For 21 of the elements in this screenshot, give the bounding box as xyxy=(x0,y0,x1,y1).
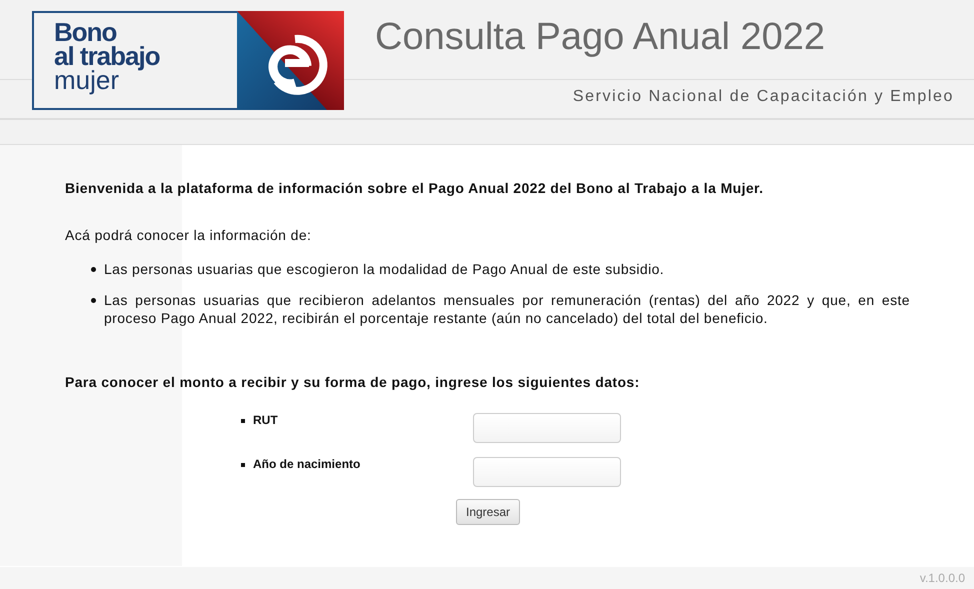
logo-text: mujer xyxy=(54,68,120,92)
page-title: Consulta Pago Anual 2022 xyxy=(375,15,826,60)
bullet-icon xyxy=(241,463,245,467)
form-prompt: Para conocer el monto a recibir y su forma de pago, ingrese los siguientes datos: xyxy=(65,373,641,391)
submit-button[interactable]: Ingresar xyxy=(456,499,520,525)
logo-text: Bono xyxy=(54,20,116,44)
page-subtitle: Servicio Nacional de Capacitación y Empleo xyxy=(572,88,954,106)
logo-mark-icon xyxy=(237,11,344,110)
input-field[interactable] xyxy=(473,457,621,487)
bullet-icon xyxy=(241,419,245,423)
version-text: v.1.0.0.0 xyxy=(920,571,965,585)
bullet-text: Las personas usuarias que escogieron la modalidad de Pago Anual de este subsidio. xyxy=(104,260,664,278)
field-label: Año de nacimiento xyxy=(253,457,360,473)
bullet-icon xyxy=(91,298,96,303)
intro-text: Acá podrá conocer la información de: xyxy=(65,226,312,244)
field-label: RUT xyxy=(253,413,278,429)
input-field[interactable] xyxy=(473,413,621,443)
bullet-icon xyxy=(91,267,96,272)
bullet-text: Las personas usuarias que recibieron adelantos mensuales por remuneración (rentas) del año 2022 y que, en este proceso Pago Anual 2022, recibirán el porcentaje restante (aún no cancelado) del total del beneficio. xyxy=(104,291,910,327)
welcome-text: Bienvenida a la plataforma de información sobre el Pago Anual 2022 del Bono al Trabajo a la Mujer. xyxy=(65,179,764,197)
logo-text: al trabajo xyxy=(54,44,161,68)
